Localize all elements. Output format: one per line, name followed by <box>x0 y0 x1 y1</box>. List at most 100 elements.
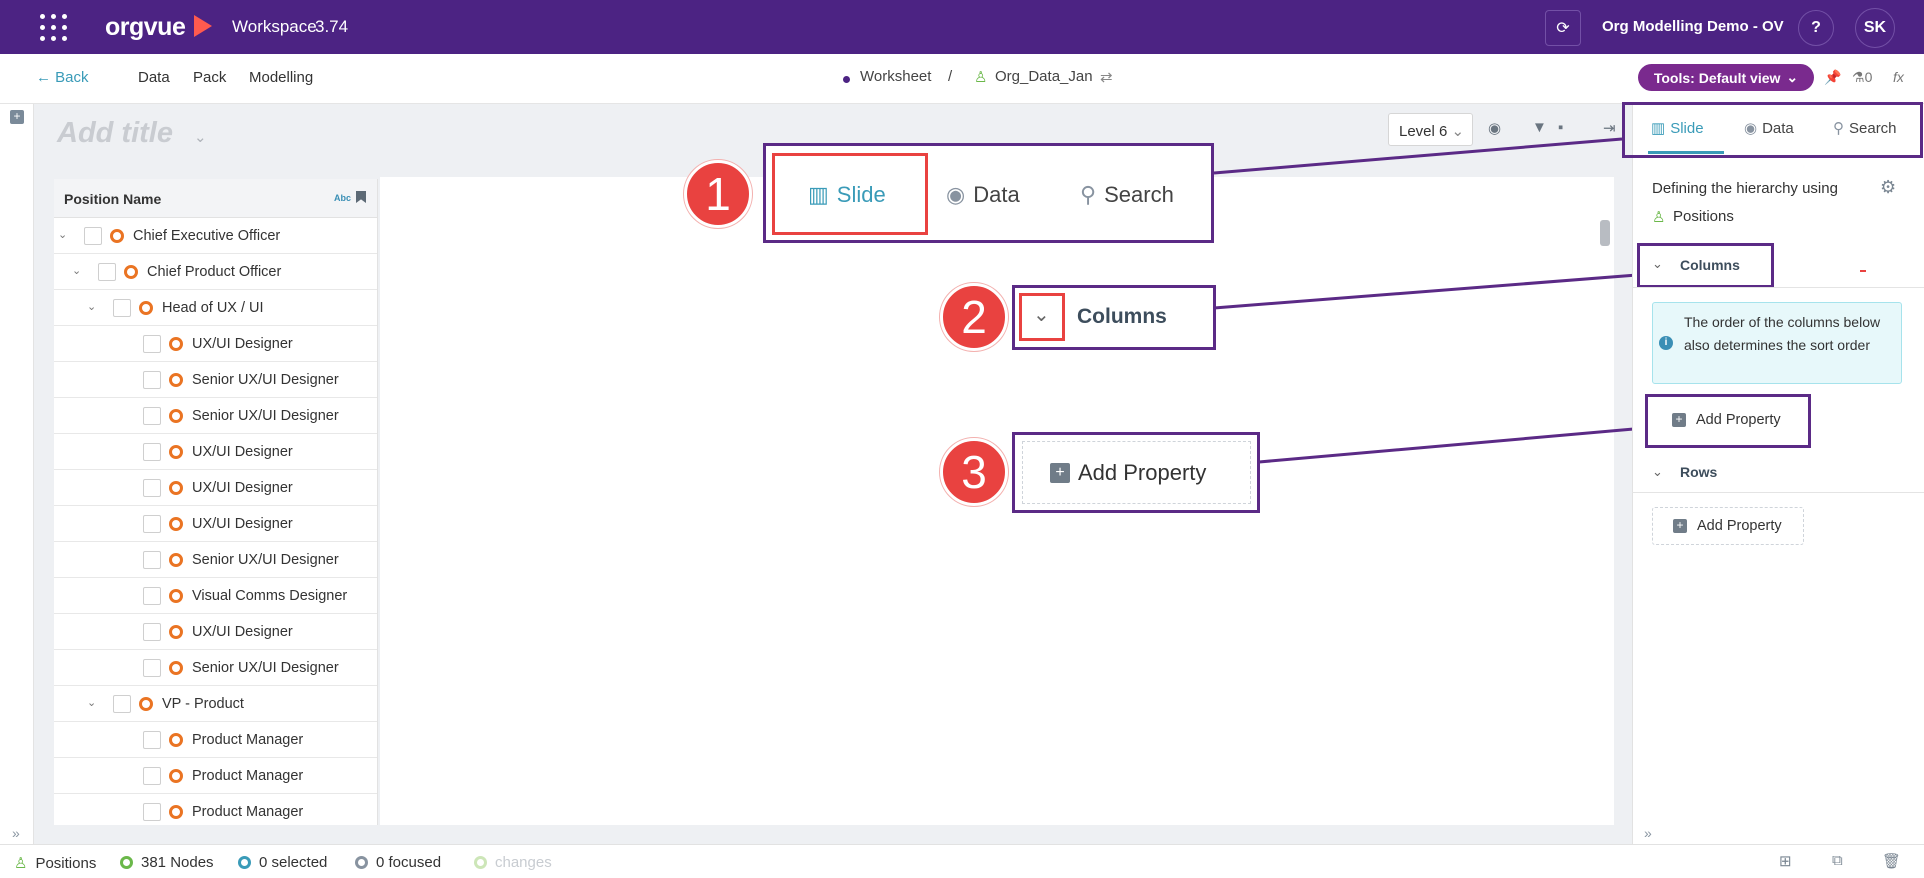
flask-icon[interactable]: ⚗0 <box>1852 69 1872 86</box>
row-checkbox[interactable] <box>143 407 161 425</box>
chevron-down-icon[interactable]: ⌄ <box>72 264 81 277</box>
tree-row[interactable]: UX/UI Designer <box>54 506 377 542</box>
status-positions-label: Positions <box>35 854 97 872</box>
filter-icon[interactable]: ▼ <box>1532 119 1547 136</box>
help-button[interactable]: ? <box>1798 10 1834 46</box>
sync-button[interactable]: ⟳ <box>1545 10 1581 46</box>
tools-view-button[interactable]: Tools: Default view ⌄ <box>1638 64 1814 91</box>
tree-row[interactable]: Senior UX/UI Designer <box>54 650 377 686</box>
chevron-down-icon[interactable]: ⌄ <box>87 696 96 709</box>
tab-data[interactable]: ◉ Data <box>1744 119 1794 138</box>
row-checkbox[interactable] <box>98 263 116 281</box>
nav-modelling[interactable]: Modelling <box>249 69 313 86</box>
tree-row[interactable]: ⌄ Head of UX / UI <box>54 290 377 326</box>
tree-row[interactable]: Senior UX/UI Designer <box>54 398 377 434</box>
tree-row[interactable]: UX/UI Designer <box>54 614 377 650</box>
level-select[interactable]: Level 6 ⌄ <box>1388 113 1473 146</box>
tree-row[interactable]: Senior UX/UI Designer <box>54 542 377 578</box>
search-icon: ⚲ <box>1080 182 1097 207</box>
row-checkbox[interactable] <box>143 515 161 533</box>
add-panel-icon[interactable]: + <box>10 110 24 124</box>
zoom-add-property-label: Add Property <box>1078 460 1207 485</box>
swap-icon[interactable]: ⇄ <box>1100 68 1113 86</box>
divider <box>1632 287 1924 288</box>
node-icon <box>169 409 183 423</box>
tree-row[interactable]: UX/UI Designer <box>54 326 377 362</box>
row-checkbox[interactable] <box>113 299 131 317</box>
row-checkbox[interactable] <box>113 695 131 713</box>
comment-icon[interactable]: ▪ <box>1558 119 1563 136</box>
node-icon <box>169 805 183 819</box>
chevron-down-icon[interactable]: ⌄ <box>58 228 67 241</box>
export-icon[interactable]: ⇥ <box>1603 119 1616 137</box>
row-checkbox[interactable] <box>143 443 161 461</box>
tree-row[interactable]: Visual Comms Designer <box>54 578 377 614</box>
rows-section-label[interactable]: Rows <box>1680 464 1717 480</box>
tree-row[interactable]: Senior UX/UI Designer <box>54 362 377 398</box>
add-node-icon[interactable]: ⊞ <box>1779 852 1792 870</box>
tree-row[interactable]: Product Manager <box>54 722 377 758</box>
chevron-down-icon[interactable]: ⌄ <box>1652 256 1663 272</box>
status-focused-label: 0 focused <box>376 854 442 871</box>
app-grid-icon[interactable] <box>40 14 68 42</box>
status-positions[interactable]: ♙ Positions <box>14 854 97 873</box>
formula-icon[interactable]: fx <box>1893 69 1904 85</box>
duplicate-icon[interactable]: ⧉ <box>1832 852 1843 869</box>
row-checkbox[interactable] <box>84 227 102 245</box>
changes-icon <box>474 856 487 869</box>
tab-slide[interactable]: ▥ Slide <box>1651 119 1704 138</box>
nav-pack[interactable]: Pack <box>193 69 226 86</box>
status-focused[interactable]: 0 focused <box>355 854 441 871</box>
breadcrumb-worksheet[interactable]: Worksheet <box>860 68 931 85</box>
expand-right-icon[interactable]: » <box>1644 825 1652 844</box>
columns-section-label[interactable]: Columns <box>1680 257 1740 273</box>
row-checkbox[interactable] <box>143 587 161 605</box>
nav-data[interactable]: Data <box>138 69 170 86</box>
brand-logo: orgvue <box>105 13 186 41</box>
row-checkbox[interactable] <box>143 479 161 497</box>
row-checkbox[interactable] <box>143 659 161 677</box>
add-property-rows-button[interactable]: + Add Property <box>1652 507 1804 545</box>
row-checkbox[interactable] <box>143 371 161 389</box>
tree-row[interactable]: ⌄ VP - Product <box>54 686 377 722</box>
node-icon <box>139 697 153 711</box>
tree-row[interactable]: ⌄ Chief Product Officer <box>54 254 377 290</box>
row-checkbox[interactable] <box>143 623 161 641</box>
trash-icon[interactable]: 🗑 <box>1882 852 1901 870</box>
row-checkbox[interactable] <box>143 551 161 569</box>
tab-search[interactable]: ⚲ Search <box>1833 119 1897 138</box>
row-checkbox[interactable] <box>143 767 161 785</box>
data-circle-icon: ◉ <box>946 182 966 207</box>
tab-slide-label: Slide <box>1670 119 1704 137</box>
bookmark-icon[interactable] <box>356 191 366 203</box>
pin-icon[interactable]: 📌 <box>1824 69 1841 86</box>
tree-row[interactable]: UX/UI Designer <box>54 434 377 470</box>
palette-icon[interactable]: ◉ <box>1488 119 1501 137</box>
org-name[interactable]: Org Modelling Demo - OV <box>1602 18 1784 35</box>
add-title-input[interactable]: Add title <box>57 117 173 150</box>
avatar[interactable]: SK <box>1855 8 1895 48</box>
hierarchy-value[interactable]: Positions <box>1673 208 1734 225</box>
status-selected[interactable]: 0 selected <box>238 854 327 871</box>
row-checkbox[interactable] <box>143 335 161 353</box>
row-checkbox[interactable] <box>143 731 161 749</box>
expand-left-icon[interactable]: » <box>12 825 20 844</box>
status-changes[interactable]: changes <box>474 854 552 871</box>
tree-row[interactable]: UX/UI Designer <box>54 470 377 506</box>
chevron-down-icon[interactable]: ⌄ <box>87 300 96 313</box>
row-checkbox[interactable] <box>143 803 161 821</box>
back-button[interactable]: ← Back <box>36 69 89 86</box>
chevron-down-icon[interactable]: ⌄ <box>194 128 207 146</box>
slide-canvas[interactable] <box>380 177 1614 825</box>
tab-search-label: Search <box>1849 119 1897 137</box>
tree-row[interactable]: ⌄ Chief Executive Officer <box>54 218 377 254</box>
callout-number-2: 2 <box>940 283 1008 351</box>
chevron-down-icon[interactable]: ⌄ <box>1652 464 1663 480</box>
gear-icon[interactable]: ⚙ <box>1880 177 1896 198</box>
breadcrumb-dataset[interactable]: Org_Data_Jan <box>995 68 1093 85</box>
tree-row[interactable]: Product Manager <box>54 794 377 825</box>
tree-row[interactable]: Product Manager <box>54 758 377 794</box>
vertical-scrollbar[interactable] <box>1600 220 1610 246</box>
add-property-columns-button[interactable]: + Add Property <box>1652 401 1804 439</box>
tree-column-header[interactable]: Position Name Abc <box>54 179 377 218</box>
